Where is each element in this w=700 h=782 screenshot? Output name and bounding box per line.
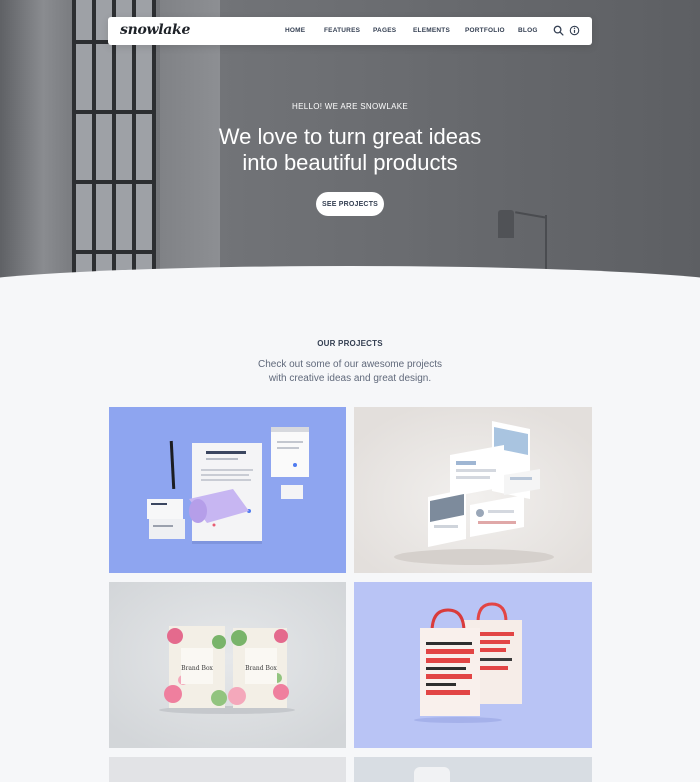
projects-lead: Check out some of our awesome projects w… <box>0 358 700 386</box>
see-projects-button[interactable]: SEE PROJECTS <box>316 192 384 216</box>
navbar: snowlake HOME FEATURES PAGES ELEMENTS PO… <box>108 17 592 45</box>
project-card-stationery[interactable] <box>109 407 346 573</box>
nav-home[interactable]: HOME <box>285 27 305 34</box>
info-icon[interactable] <box>569 25 580 36</box>
hero-kicker: HELLO! WE ARE SNOWLAKE <box>292 102 408 111</box>
project-card-shopping-bag[interactable] <box>354 582 592 748</box>
hero-title: We love to turn great ideas into beautif… <box>0 124 700 176</box>
nav-pages[interactable]: PAGES <box>373 27 396 34</box>
projects-kicker: OUR PROJECTS <box>317 339 383 348</box>
hero-title-line2: into beautiful products <box>242 150 458 175</box>
stationery-mockup-image <box>109 407 346 573</box>
nav-features[interactable]: FEATURES <box>324 27 360 34</box>
nav-portfolio[interactable]: PORTFOLIO <box>465 27 505 34</box>
project-card-5[interactable] <box>109 757 346 782</box>
nav-blog[interactable]: BLOG <box>518 27 538 34</box>
logo[interactable]: snowlake <box>120 22 190 38</box>
wall-lamp <box>498 210 514 238</box>
hero-title-line1: We love to turn great ideas <box>218 124 482 149</box>
projects-lead-line2: with creative ideas and great design. <box>268 373 432 384</box>
brand-box-label-2: Brand Box <box>245 665 277 672</box>
search-icon[interactable] <box>553 25 564 36</box>
brand-box-label-1: Brand Box <box>181 665 213 672</box>
app-screens-mockup-image <box>354 407 592 573</box>
shopping-bag-mockup-image <box>354 582 592 748</box>
nav-elements[interactable]: ELEMENTS <box>413 27 450 34</box>
device-mockup <box>414 767 450 782</box>
projects-lead-line1: Check out some of our awesome projects <box>258 359 442 370</box>
project-card-6[interactable] <box>354 757 592 782</box>
brand-box-mockup-image: Brand Box Brand Box <box>109 582 346 748</box>
project-card-app-screens[interactable] <box>354 407 592 573</box>
project-card-brand-box[interactable]: Brand Box Brand Box <box>109 582 346 748</box>
